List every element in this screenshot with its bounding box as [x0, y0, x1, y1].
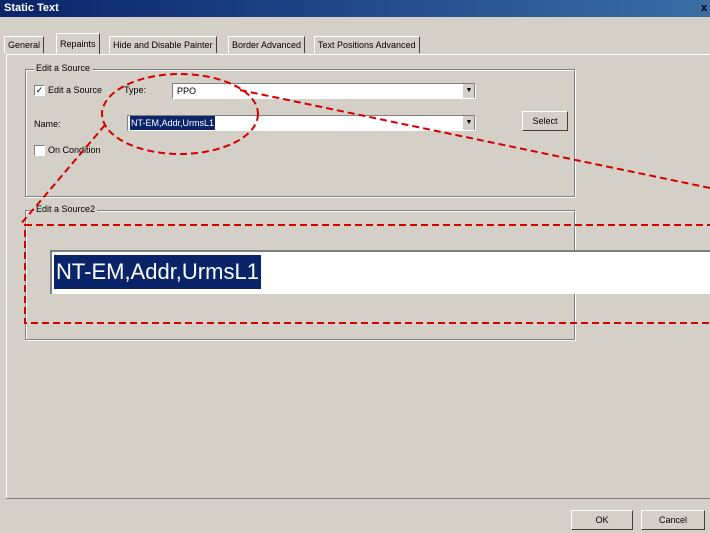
dialog-window: Static Text x General Repaints Hide and … — [0, 0, 710, 533]
footer-separator — [6, 498, 710, 499]
tab-repaints[interactable]: Repaints — [56, 33, 100, 54]
ok-button[interactable]: OK — [571, 510, 633, 530]
annotation-overlay — [19, 73, 710, 324]
highlight-ellipse — [101, 73, 259, 155]
callout-line-left — [19, 124, 106, 226]
callout-box — [24, 224, 710, 324]
callout-line-right — [239, 89, 710, 189]
cancel-button[interactable]: Cancel — [641, 510, 705, 530]
